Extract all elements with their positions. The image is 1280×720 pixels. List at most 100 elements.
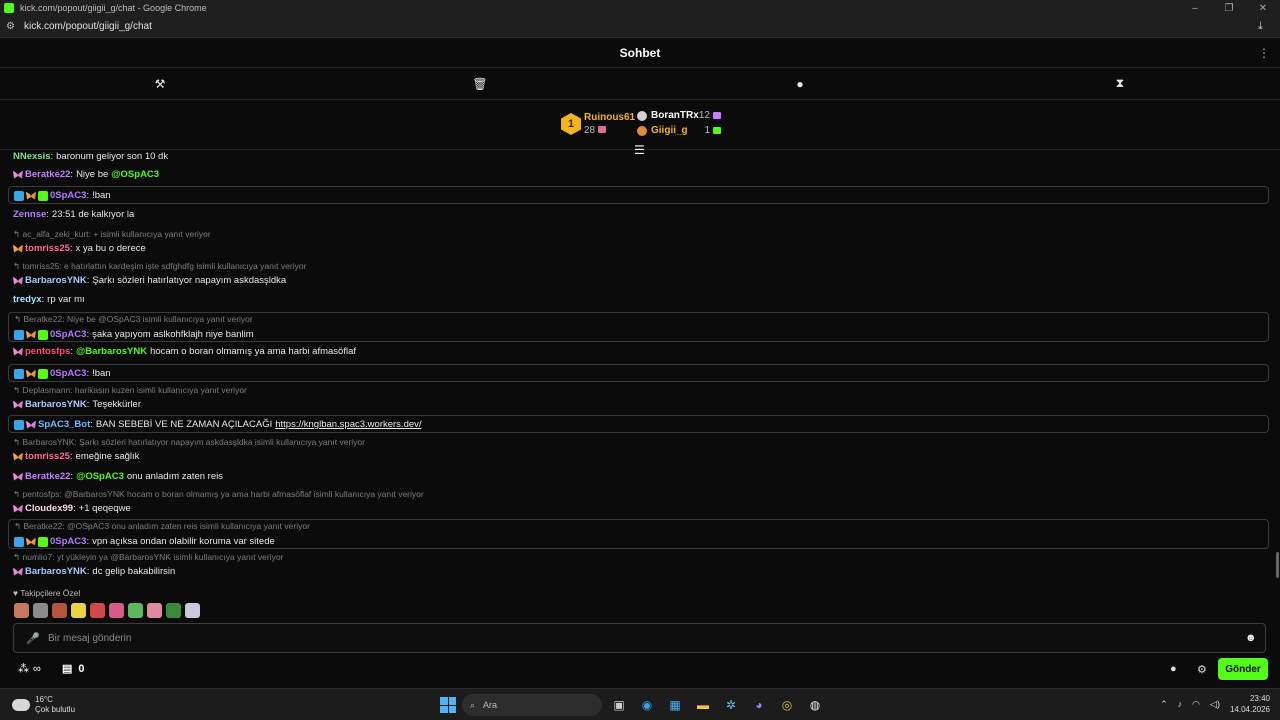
chat-bubble-icon[interactable]: ●	[640, 68, 960, 99]
store-button[interactable]: ▤ 0	[62, 662, 85, 676]
emote-icon[interactable]	[90, 603, 105, 618]
chat-message[interactable]: ↰ Beratke22: Niye be @OSpAC3 isimli kull…	[8, 312, 1269, 342]
username[interactable]: Zennse	[13, 209, 46, 220]
butterfly-badge-icon	[13, 276, 23, 285]
chat-message[interactable]: SpAC3_Bot: BAN SEBEBİ VE NE ZAMAN AÇILACA…	[8, 415, 1269, 433]
butterfly-badge-icon	[13, 400, 23, 409]
minimize-icon[interactable]: –	[1178, 3, 1212, 14]
emote-icon[interactable]	[128, 603, 143, 618]
system-tray: ⌃ ♪ ◠ ◁) 23:40 14.04.2026	[1160, 693, 1270, 715]
gift-badge-icon	[38, 368, 48, 379]
discord-icon[interactable]: ◕	[748, 694, 770, 716]
leaderboard-row[interactable]: BoranTRx 12	[637, 108, 721, 123]
mention[interactable]: @OSpAC3	[76, 471, 124, 482]
emote-icon[interactable]	[185, 603, 200, 618]
username[interactable]: BarbarosYNK	[25, 275, 87, 286]
message-text: Niye be	[76, 169, 109, 180]
volume-icon[interactable]: ◁)	[1210, 699, 1220, 710]
hammer-icon[interactable]: ⚒	[0, 68, 320, 99]
username[interactable]: NNexsis	[13, 151, 51, 162]
app-icon[interactable]: ◍	[804, 694, 826, 716]
url-field[interactable]: kick.com/popout/giigii_g/chat	[24, 21, 1258, 32]
message-text: !ban	[92, 368, 111, 379]
wifi-icon[interactable]: ◠	[1192, 699, 1200, 710]
emote-icon[interactable]	[71, 603, 86, 618]
username[interactable]: tomriss25	[25, 243, 70, 254]
edge-icon[interactable]: ◉	[636, 694, 658, 716]
emote-icon[interactable]	[109, 603, 124, 618]
store-icon: ▤	[62, 663, 73, 675]
chrome-icon[interactable]: ◎	[776, 694, 798, 716]
store-app-icon[interactable]: ▦	[664, 694, 686, 716]
settings-app-icon[interactable]: ✲	[720, 694, 742, 716]
gift-icon	[597, 126, 606, 133]
channel-points[interactable]: ⁂ ∞	[18, 662, 41, 676]
leaderboard-first[interactable]: 1 Ruinous61 28	[561, 111, 635, 137]
chat-icon[interactable]: ●	[1170, 663, 1177, 675]
emote-icon[interactable]	[166, 603, 181, 618]
more-options-icon[interactable]: ⋮	[1258, 46, 1270, 60]
leaderboard-count: 12	[698, 110, 710, 121]
task-view-icon[interactable]: ▣	[608, 694, 630, 716]
butterfly-badge-icon	[26, 369, 36, 378]
username[interactable]: 0SpAC3	[50, 329, 86, 340]
close-icon[interactable]: ✕	[1246, 3, 1280, 14]
scrollbar[interactable]	[1276, 552, 1279, 578]
username[interactable]: 0SpAC3	[50, 190, 86, 201]
username[interactable]: BarbarosYNK	[25, 399, 87, 410]
chat-message[interactable]: 0SpAC3: !ban	[8, 186, 1269, 204]
reply-context: ↰ tomriss25: e hatırlattın kardeşim işte…	[13, 261, 307, 271]
download-icon[interactable]: ⤓	[1258, 20, 1280, 33]
gear-icon[interactable]: ⚙	[1197, 663, 1207, 676]
reply-context: ↰ Beratke22: @OSpAC3 onu anladım zaten r…	[14, 521, 310, 531]
username[interactable]: tredyx	[13, 294, 42, 305]
address-bar: ⚙ kick.com/popout/giigii_g/chat ⤓	[0, 16, 1280, 38]
taskbar-search[interactable]: ⌕ Ara	[462, 694, 602, 716]
chevron-up-icon[interactable]: ⌃	[1160, 699, 1168, 710]
username[interactable]: SpAC3_Bot	[38, 419, 90, 430]
mention[interactable]: @OSpAC3	[111, 169, 159, 180]
emote-icon[interactable]	[33, 603, 48, 618]
username[interactable]: 0SpAC3	[50, 368, 86, 379]
windows-start-icon[interactable]	[440, 697, 456, 713]
username[interactable]: Cloudex99	[25, 503, 73, 514]
username[interactable]: Beratke22	[25, 169, 70, 180]
chat-message[interactable]: ↰ Beratke22: @OSpAC3 onu anladım zaten r…	[8, 519, 1269, 549]
emoji-icon[interactable]: ☻	[1245, 632, 1265, 644]
mention[interactable]: @BarbarosYNK	[76, 346, 147, 357]
microphone-icon[interactable]: 🎤	[26, 632, 42, 645]
hourglass-icon[interactable]: ⧗	[960, 68, 1280, 99]
emote-icon[interactable]	[14, 603, 29, 618]
reply-context: ↰ numlio7: yt yükleyin ya @BarbarosYNK i…	[13, 552, 284, 562]
site-info-icon[interactable]: ⚙	[6, 21, 18, 32]
emote-icon[interactable]	[52, 603, 67, 618]
username[interactable]: BarbarosYNK	[25, 566, 87, 577]
chat-title: Sohbet	[619, 45, 661, 60]
followers-only-label: ♥ Takipçilere Özel	[13, 588, 81, 598]
chat-message[interactable]: 0SpAC3: !ban	[8, 364, 1269, 382]
message-input-box: 🎤 ☻	[13, 623, 1266, 653]
clock[interactable]: 23:40 14.04.2026	[1230, 693, 1270, 715]
folder-icon[interactable]: ▬	[692, 694, 714, 716]
leaderboard-name: Giigii_g	[651, 125, 688, 136]
chat-messages: NNexsis: baronum geliyor son 10 dk Beratke…	[8, 150, 1270, 580]
weather-widget[interactable]: 16°C Çok bulutlu	[12, 695, 75, 715]
message-text: şaka yapıyom aslkohfklajh niye banlim	[92, 329, 254, 340]
trash-icon[interactable]: 🗑	[320, 68, 640, 99]
restore-icon[interactable]: ❐	[1212, 3, 1246, 14]
gift-icon	[713, 112, 721, 119]
username[interactable]: pentosfps	[25, 346, 70, 357]
gift-icon	[713, 127, 721, 134]
points-icon: ⁂	[18, 663, 29, 675]
username[interactable]: tomriss25	[25, 451, 70, 462]
mic-tray-icon[interactable]: ♪	[1178, 699, 1183, 709]
leaderboard-row[interactable]: Giigii_g 1	[637, 123, 721, 138]
message-link[interactable]: https://knglban.spac3.workers.dev/	[275, 419, 421, 430]
send-button[interactable]: Gönder	[1218, 658, 1268, 680]
message-input[interactable]	[48, 632, 1245, 644]
emote-icon[interactable]	[147, 603, 162, 618]
message-text: 23:51 de kalkıyor la	[51, 209, 135, 220]
username[interactable]: Beratke22	[25, 471, 70, 482]
moderator-badge-icon	[14, 190, 24, 201]
username[interactable]: 0SpAC3	[50, 536, 86, 547]
